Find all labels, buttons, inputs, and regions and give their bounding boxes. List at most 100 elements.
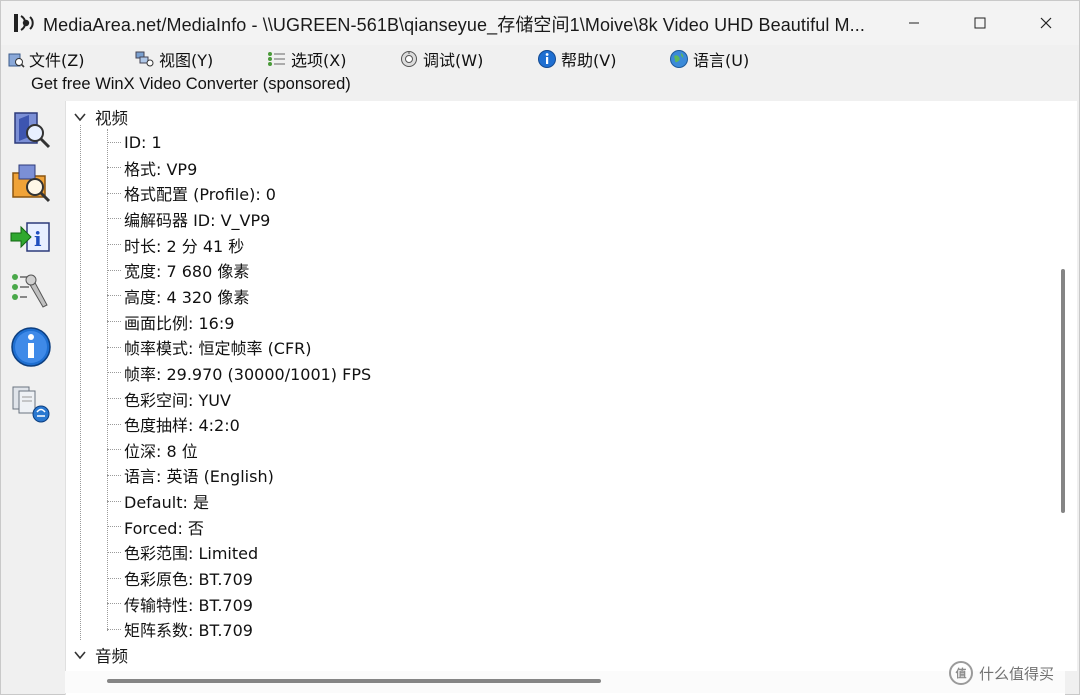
language-icon bbox=[670, 50, 688, 68]
tree-property-row[interactable]: 帧率: 29.970 (30000/1001) FPS bbox=[107, 361, 371, 385]
menu-debug[interactable]: 调试(W) bbox=[399, 47, 483, 71]
export-info-icon: i bbox=[10, 222, 50, 252]
tree-node-video-label: 视频 bbox=[95, 109, 128, 128]
about-button[interactable] bbox=[9, 325, 53, 369]
tree-connector bbox=[107, 423, 121, 425]
open-folder-button[interactable] bbox=[9, 161, 53, 205]
tree-property-text: 画面比例: 16:9 bbox=[124, 313, 235, 333]
tree-connector bbox=[107, 192, 121, 194]
minimize-button[interactable] bbox=[881, 1, 947, 45]
tree-connector bbox=[107, 244, 121, 246]
tree-property-row[interactable]: 色彩范围: Limited bbox=[107, 540, 258, 564]
left-toolbar: i bbox=[5, 101, 61, 695]
about-info-icon bbox=[11, 327, 51, 367]
tree-node-video[interactable]: 视频 bbox=[73, 105, 128, 129]
tree-connector bbox=[107, 218, 121, 220]
title-bar[interactable]: MediaArea.net/MediaInfo - \\UGREEN-561B\… bbox=[1, 1, 1079, 45]
tree-property-text: 帧率: 29.970 (30000/1001) FPS bbox=[124, 364, 372, 384]
web-button[interactable] bbox=[9, 381, 53, 425]
tree-property-text: 色彩原色: BT.709 bbox=[124, 570, 253, 590]
menu-view-label: 视图(Y) bbox=[159, 51, 214, 70]
tree-connector bbox=[107, 321, 121, 323]
tree-connector bbox=[107, 474, 121, 476]
svg-text:i: i bbox=[34, 227, 42, 251]
tree-connector bbox=[107, 372, 121, 374]
tree-property-row[interactable]: Default: 是 bbox=[107, 489, 209, 513]
mediainfo-window: MediaArea.net/MediaInfo - \\UGREEN-561B\… bbox=[0, 0, 1080, 695]
tree-connector bbox=[107, 398, 121, 399]
tree-property-text: 编解码器 ID: V_VP9 bbox=[124, 210, 271, 230]
close-button[interactable] bbox=[1013, 1, 1079, 45]
tree-property-text: 传输特性: BT.709 bbox=[124, 595, 253, 615]
menu-options-label: 选项(X) bbox=[291, 51, 347, 70]
chevron-down-icon bbox=[74, 113, 86, 122]
maximize-icon bbox=[974, 17, 986, 29]
menu-help-label: 帮助(V) bbox=[561, 51, 617, 70]
tree-property-text: 格式: VP9 bbox=[124, 159, 198, 179]
tree-node-audio[interactable]: 音频 bbox=[73, 643, 128, 667]
watermark: 值 什么值得买 bbox=[949, 659, 1054, 687]
tree-property-row[interactable]: 位深: 8 位 bbox=[107, 438, 198, 462]
tree-property-text: 帧率模式: 恒定帧率 (CFR) bbox=[124, 339, 312, 359]
tree-connector bbox=[107, 526, 121, 528]
tree-property-row[interactable]: 编解码器 ID: V_VP9 bbox=[107, 207, 270, 231]
tree-connector bbox=[107, 577, 121, 579]
menu-language[interactable]: 语言(U) bbox=[669, 47, 749, 71]
tree-property-text: 高度: 4 320 像素 bbox=[124, 287, 250, 307]
tree-property-text: 宽度: 7 680 像素 bbox=[124, 262, 250, 282]
tree-property-row[interactable]: 格式配置 (Profile): 0 bbox=[107, 181, 276, 205]
tree-connector bbox=[107, 449, 121, 451]
menu-help[interactable]: 帮助(V) bbox=[537, 47, 616, 71]
tree-connector bbox=[107, 628, 121, 630]
menu-view[interactable]: 视图(Y) bbox=[135, 47, 213, 71]
tree-property-row[interactable]: 传输特性: BT.709 bbox=[107, 592, 253, 616]
tree-property-row[interactable]: 画面比例: 16:9 bbox=[107, 310, 234, 334]
menu-file[interactable]: 文件(Z) bbox=[7, 47, 84, 71]
chevron-down-icon bbox=[74, 651, 86, 660]
watermark-text: 什么值得买 bbox=[979, 664, 1055, 683]
menu-options[interactable]: 选项(X) bbox=[267, 47, 346, 71]
tree-property-text: 语言: 英语 (English) bbox=[124, 467, 274, 487]
menu-debug-label: 调试(W) bbox=[423, 51, 484, 70]
vertical-scrollbar[interactable] bbox=[1053, 101, 1077, 671]
settings-wrench-icon bbox=[12, 274, 48, 308]
menu-language-label: 语言(U) bbox=[693, 51, 750, 70]
open-file-button[interactable] bbox=[9, 107, 53, 151]
mediainfo-app-icon bbox=[14, 14, 34, 32]
tree-property-text: 色彩范围: Limited bbox=[124, 544, 259, 564]
tree-property-row[interactable]: 时长: 2 分 41 秒 bbox=[107, 233, 244, 257]
tree-property-row[interactable]: 格式: VP9 bbox=[107, 156, 197, 180]
web-update-icon bbox=[12, 386, 50, 423]
tree-property-row[interactable]: 高度: 4 320 像素 bbox=[107, 284, 249, 308]
vertical-scrollbar-thumb[interactable] bbox=[1061, 269, 1065, 513]
tree-property-row[interactable]: 宽度: 7 680 像素 bbox=[107, 258, 249, 282]
tree-property-row[interactable]: 帧率模式: 恒定帧率 (CFR) bbox=[107, 335, 312, 359]
options-icon bbox=[268, 52, 285, 66]
tree-property-text: 色彩空间: YUV bbox=[124, 390, 231, 410]
tree-property-row[interactable]: 色彩空间: YUV bbox=[107, 387, 231, 411]
tree-connector bbox=[107, 141, 121, 143]
view-icon bbox=[135, 51, 154, 67]
maximize-button[interactable] bbox=[947, 1, 1013, 45]
tree-property-text: ID: 1 bbox=[124, 132, 162, 152]
window-title: MediaArea.net/MediaInfo - \\UGREEN-561B\… bbox=[43, 15, 865, 35]
tree-property-text: Forced: 否 bbox=[124, 518, 204, 538]
tree-property-row[interactable]: Forced: 否 bbox=[107, 515, 204, 539]
export-button[interactable]: i bbox=[9, 215, 53, 259]
minimize-icon bbox=[909, 22, 919, 24]
preferences-button[interactable] bbox=[9, 269, 53, 313]
tree-property-row[interactable]: 语言: 英语 (English) bbox=[107, 463, 274, 487]
horizontal-scrollbar-thumb[interactable] bbox=[107, 679, 601, 683]
tree-connector bbox=[80, 125, 81, 640]
sponsored-link[interactable]: Get free WinX Video Converter (sponsored… bbox=[31, 75, 351, 97]
tree-property-row[interactable]: 色彩原色: BT.709 bbox=[107, 566, 253, 590]
tree-connector bbox=[107, 346, 121, 348]
tree-property-row[interactable]: 矩阵系数: BT.709 bbox=[107, 617, 253, 641]
tree-connector bbox=[107, 551, 121, 553]
menu-file-label: 文件(Z) bbox=[29, 51, 85, 70]
tree-property-text: 时长: 2 分 41 秒 bbox=[124, 236, 245, 256]
tree-property-row[interactable]: ID: 1 bbox=[107, 130, 162, 154]
tree-property-row[interactable]: 色度抽样: 4:2:0 bbox=[107, 412, 240, 436]
tree-node-audio-label: 音频 bbox=[95, 647, 128, 666]
tree-property-text: Default: 是 bbox=[124, 493, 209, 513]
